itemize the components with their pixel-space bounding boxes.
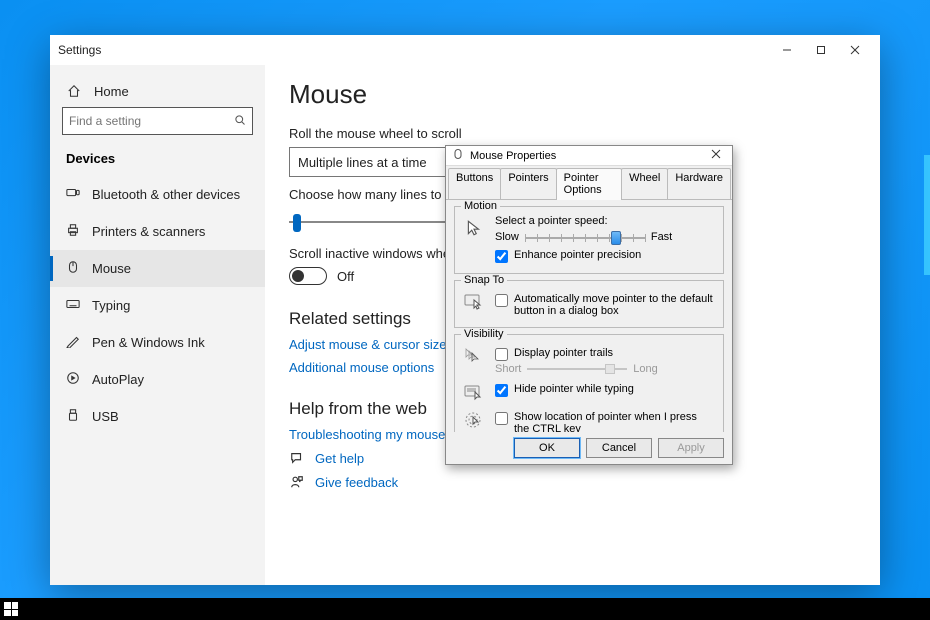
minimize-button[interactable]	[770, 35, 804, 65]
dialog-title: Mouse Properties	[470, 150, 706, 162]
link-get-help[interactable]: Get help	[315, 451, 364, 466]
sidebar-item-typing[interactable]: Typing	[50, 287, 265, 324]
inactive-scroll-toggle[interactable]	[289, 267, 327, 285]
sidebar-item-label: Bluetooth & other devices	[92, 187, 240, 202]
hide-while-typing-label: Hide pointer while typing	[514, 383, 634, 395]
toggle-state-label: Off	[337, 269, 354, 284]
desktop-selection-accent	[924, 155, 930, 275]
dialog-tabs: Buttons Pointers Pointer Options Wheel H…	[446, 166, 732, 200]
close-button[interactable]	[838, 35, 872, 65]
cursor-icon	[463, 217, 485, 239]
pointer-trails-input[interactable]	[495, 348, 508, 361]
help-icon	[289, 450, 305, 466]
sidebar-item-label: USB	[92, 409, 119, 424]
sidebar-item-mouse[interactable]: Mouse	[50, 250, 265, 287]
hide-typing-icon	[463, 381, 485, 403]
mouse-icon	[452, 148, 464, 163]
snap-icon	[463, 291, 485, 313]
search-icon	[234, 114, 246, 129]
enhance-precision-checkbox[interactable]: Enhance pointer precision	[495, 249, 715, 263]
group-motion-title: Motion	[461, 200, 500, 212]
printer-icon	[66, 223, 80, 240]
cancel-button[interactable]: Cancel	[586, 438, 652, 458]
titlebar: Settings	[50, 35, 880, 65]
autoplay-icon	[66, 371, 80, 388]
sidebar-item-label: Printers & scanners	[92, 224, 205, 239]
sidebar-item-pen[interactable]: Pen & Windows Ink	[50, 324, 265, 361]
home-icon	[66, 83, 82, 99]
search-input-wrap[interactable]	[62, 107, 253, 135]
window-title: Settings	[58, 43, 101, 57]
group-visibility-title: Visibility	[461, 328, 507, 340]
sidebar-item-label: AutoPlay	[92, 372, 144, 387]
mouse-properties-dialog: Mouse Properties Buttons Pointers Pointe…	[445, 145, 733, 465]
taskbar[interactable]	[0, 598, 930, 620]
hide-while-typing-checkbox[interactable]: Hide pointer while typing	[495, 383, 715, 397]
feedback-icon	[289, 474, 305, 490]
search-input[interactable]	[69, 114, 234, 128]
tab-pointer-options[interactable]: Pointer Options	[556, 168, 622, 199]
speed-fast-label: Fast	[651, 231, 672, 243]
sidebar-item-printers[interactable]: Printers & scanners	[50, 213, 265, 250]
sidebar-item-label: Pen & Windows Ink	[92, 335, 205, 350]
sidebar-section-label: Devices	[50, 143, 265, 176]
mouse-icon	[66, 260, 80, 277]
tab-hardware[interactable]: Hardware	[667, 168, 731, 199]
hide-while-typing-input[interactable]	[495, 384, 508, 397]
trails-slider	[527, 363, 627, 375]
group-visibility: Visibility Display pointer trails Short	[454, 334, 724, 432]
group-snap-title: Snap To	[461, 274, 507, 286]
ctrl-locate-icon	[463, 409, 485, 431]
link-give-feedback[interactable]: Give feedback	[315, 475, 398, 490]
sidebar-item-usb[interactable]: USB	[50, 398, 265, 435]
pointer-trails-checkbox[interactable]: Display pointer trails	[495, 347, 715, 361]
sidebar: Home Devices Bl	[50, 65, 265, 585]
pen-icon	[66, 334, 80, 351]
page-title: Mouse	[289, 79, 856, 110]
usb-icon	[66, 408, 80, 425]
speed-thumb[interactable]	[611, 231, 621, 245]
pointer-speed-label: Select a pointer speed:	[495, 215, 715, 227]
sidebar-item-autoplay[interactable]: AutoPlay	[50, 361, 265, 398]
pointer-speed-slider[interactable]	[525, 229, 645, 245]
trails-short-label: Short	[495, 363, 521, 375]
snap-to-checkbox[interactable]: Automatically move pointer to the defaul…	[495, 293, 715, 317]
dialog-close-button[interactable]	[706, 149, 726, 162]
enhance-precision-input[interactable]	[495, 250, 508, 263]
sidebar-home-label: Home	[94, 84, 129, 99]
sidebar-item-label: Mouse	[92, 261, 131, 276]
sidebar-home[interactable]: Home	[50, 75, 265, 107]
slider-thumb[interactable]	[293, 214, 301, 232]
scroll-wheel-label: Roll the mouse wheel to scroll	[289, 126, 856, 141]
maximize-button[interactable]	[804, 35, 838, 65]
ctrl-locate-label: Show location of pointer when I press th…	[514, 411, 715, 432]
ctrl-locate-checkbox[interactable]: Show location of pointer when I press th…	[495, 411, 715, 432]
group-snap-to: Snap To Automatically move pointer to th…	[454, 280, 724, 328]
snap-to-label: Automatically move pointer to the defaul…	[514, 293, 715, 317]
tab-pointers[interactable]: Pointers	[500, 168, 556, 199]
apply-button[interactable]: Apply	[658, 438, 724, 458]
scroll-mode-value: Multiple lines at a time	[298, 155, 427, 170]
tab-wheel[interactable]: Wheel	[621, 168, 668, 199]
sidebar-item-label: Typing	[92, 298, 130, 313]
trails-long-label: Long	[633, 363, 657, 375]
pointer-trails-label: Display pointer trails	[514, 347, 613, 359]
speed-slow-label: Slow	[495, 231, 519, 243]
group-motion: Motion Select a pointer speed: Slow	[454, 206, 724, 274]
ok-button[interactable]: OK	[514, 438, 580, 458]
bluetooth-icon	[66, 186, 80, 203]
dialog-titlebar[interactable]: Mouse Properties	[446, 146, 732, 166]
tab-buttons[interactable]: Buttons	[448, 168, 501, 199]
ctrl-locate-input[interactable]	[495, 412, 508, 425]
keyboard-icon	[66, 297, 80, 314]
start-button[interactable]	[4, 602, 18, 616]
trails-icon	[463, 345, 485, 367]
snap-to-input[interactable]	[495, 294, 508, 307]
sidebar-item-bluetooth[interactable]: Bluetooth & other devices	[50, 176, 265, 213]
enhance-precision-label: Enhance pointer precision	[514, 249, 641, 261]
